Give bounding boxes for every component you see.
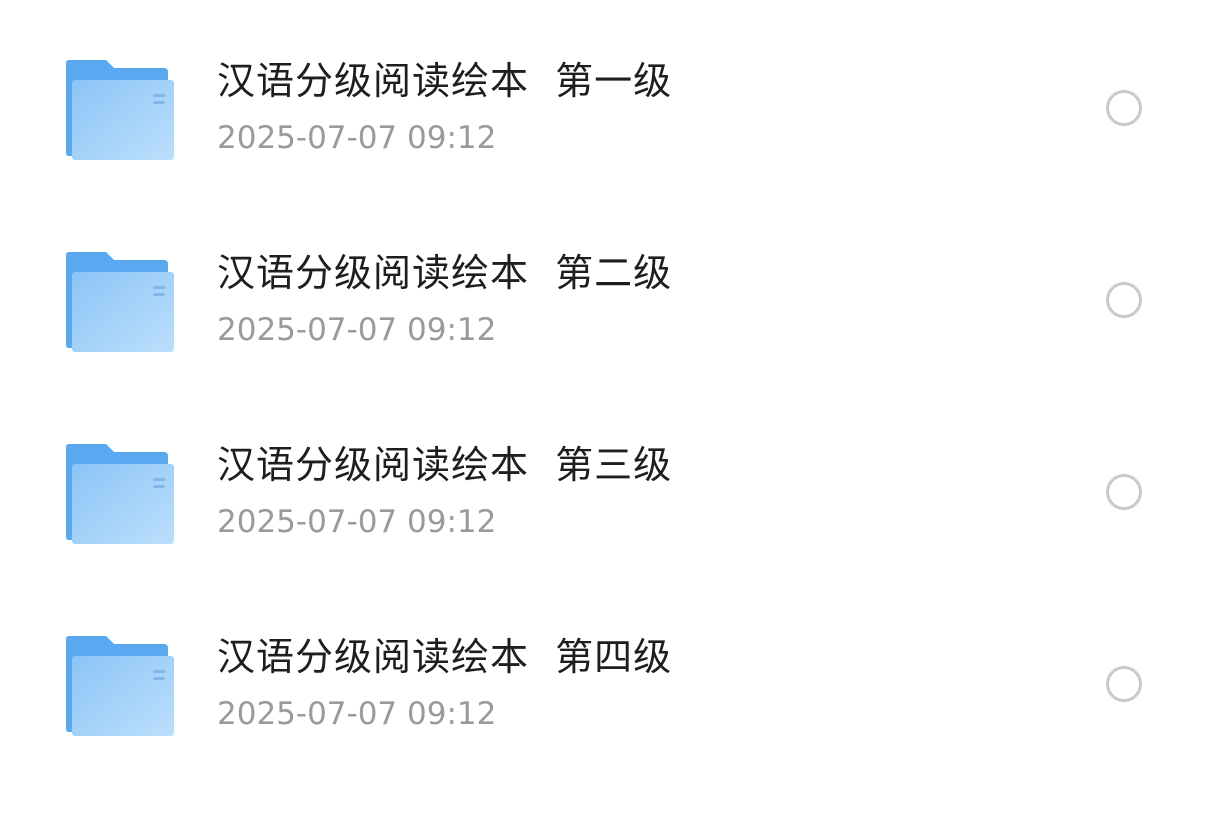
- folder-name: 汉语分级阅读绘本 第三级: [217, 443, 673, 487]
- list-item[interactable]: 汉语分级阅读绘本 第二级 2025-07-07 09:12: [0, 204, 1220, 396]
- modified-date: 2025-07-07 09:12: [217, 504, 497, 540]
- select-radio[interactable]: [1106, 666, 1142, 702]
- folder-icon: [66, 636, 174, 736]
- list-item[interactable]: 汉语分级阅读绘本 第三级 2025-07-07 09:12: [0, 396, 1220, 588]
- folder-name: 汉语分级阅读绘本 第四级: [217, 635, 673, 679]
- list-item[interactable]: 汉语分级阅读绘本 第四级 2025-07-07 09:12: [0, 588, 1220, 780]
- folder-icon: [66, 252, 174, 352]
- folder-name: 汉语分级阅读绘本 第一级: [217, 59, 673, 103]
- folder-icon: [66, 444, 174, 544]
- folder-icon: [66, 60, 174, 160]
- folder-name: 汉语分级阅读绘本 第二级: [217, 251, 673, 295]
- select-radio[interactable]: [1106, 90, 1142, 126]
- modified-date: 2025-07-07 09:12: [217, 696, 497, 732]
- modified-date: 2025-07-07 09:12: [217, 312, 497, 348]
- file-list: 汉语分级阅读绘本 第一级 2025-07-07 09:12 汉语分级阅读绘本 第…: [0, 0, 1220, 826]
- modified-date: 2025-07-07 09:12: [217, 120, 497, 156]
- select-radio[interactable]: [1106, 474, 1142, 510]
- list-item[interactable]: 汉语分级阅读绘本 第一级 2025-07-07 09:12: [0, 12, 1220, 204]
- select-radio[interactable]: [1106, 282, 1142, 318]
